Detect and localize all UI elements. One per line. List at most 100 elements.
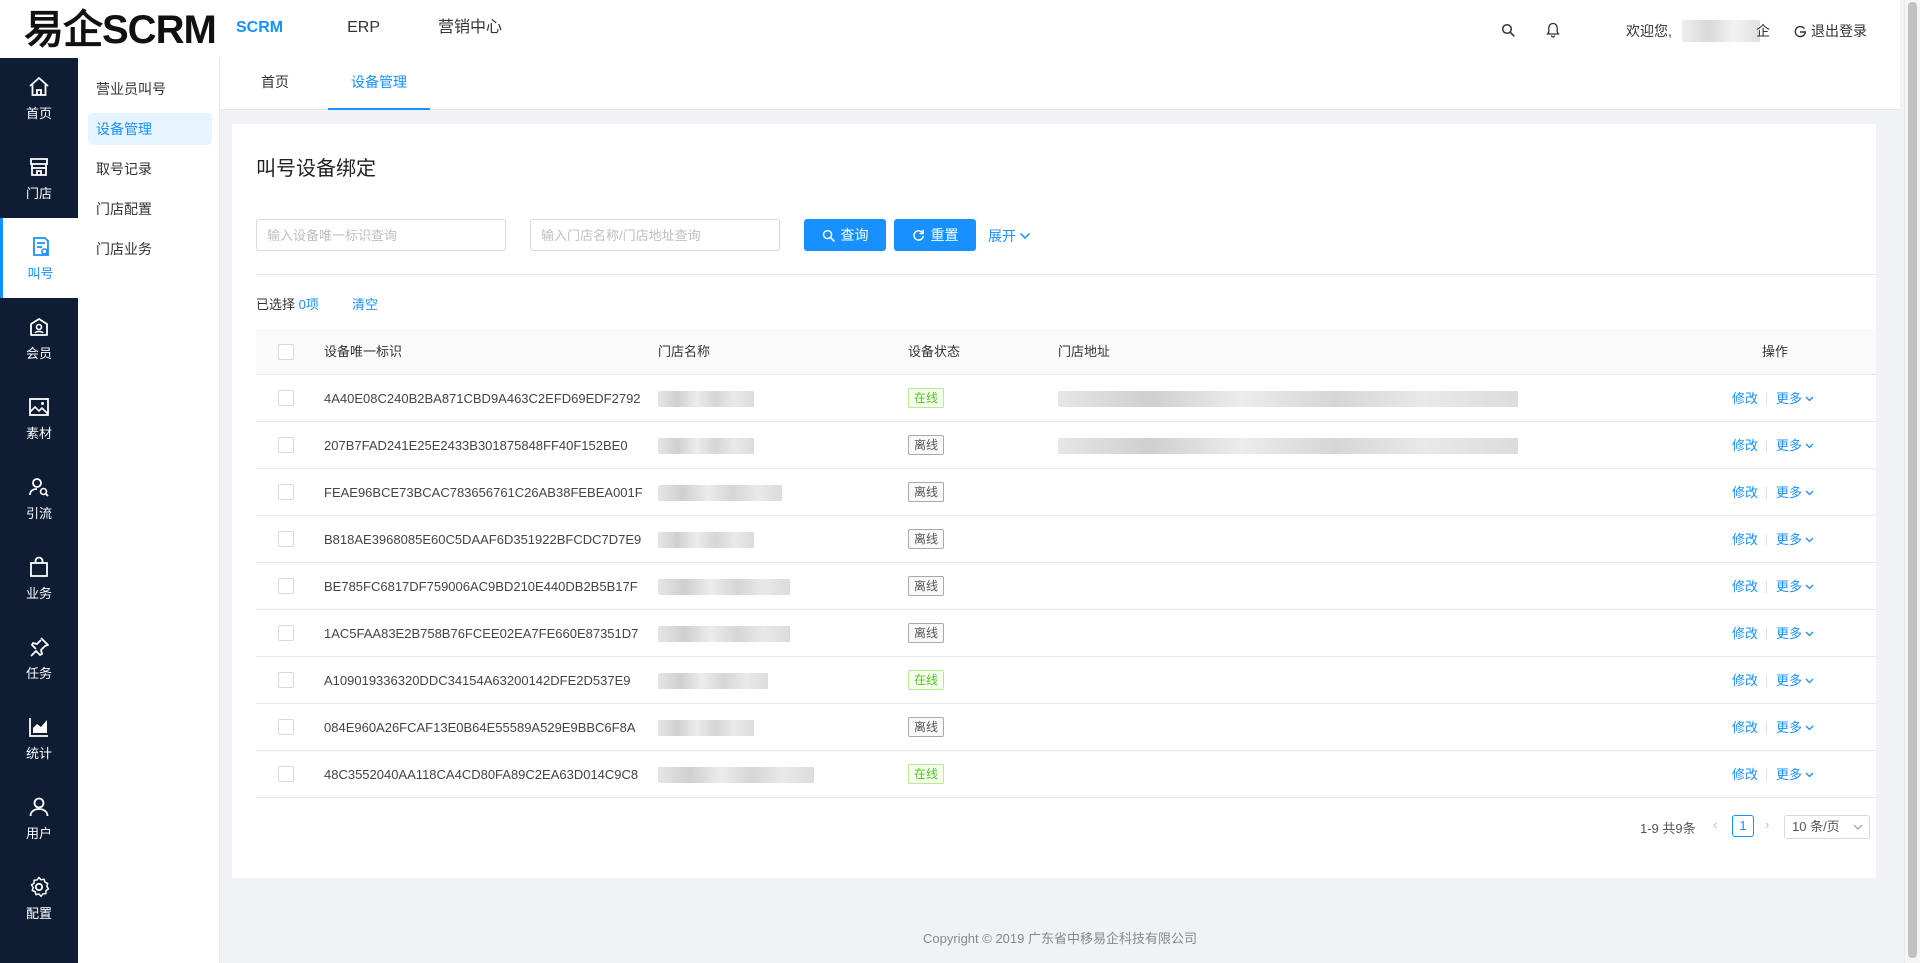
sidebar-item-task[interactable]: 任务	[0, 618, 78, 698]
tab-device-management[interactable]: 设备管理	[328, 58, 430, 110]
edit-link[interactable]: 修改	[1732, 657, 1758, 704]
sidebar-item-store[interactable]: 门店	[0, 138, 78, 218]
query-button[interactable]: 查询	[804, 219, 886, 251]
submenu-item-device-management[interactable]: 设备管理	[88, 113, 212, 145]
sidebar-item-member[interactable]: 会员	[0, 298, 78, 378]
status-badge: 离线	[908, 529, 945, 549]
scrollbar-thumb[interactable]	[1908, 2, 1917, 958]
sidebar-item-label: 首页	[25, 105, 52, 121]
store-name-redacted	[658, 673, 768, 689]
more-dropdown[interactable]: 更多	[1776, 704, 1814, 751]
submenu-item-store-business[interactable]: 门店业务	[88, 233, 212, 265]
sidebar-item-config[interactable]: 配置	[0, 858, 78, 938]
table-row: B818AE3968085E60C5DAAF6D351922BFCDC7D7E9…	[256, 516, 1876, 563]
more-label: 更多	[1776, 626, 1803, 641]
search-icon[interactable]	[1498, 20, 1518, 40]
sidebar-item-label: 门店	[25, 185, 52, 201]
store-search-input[interactable]	[530, 219, 780, 251]
edit-link[interactable]: 修改	[1732, 563, 1758, 610]
reset-button-label: 重置	[930, 227, 959, 243]
row-checkbox[interactable]	[278, 719, 294, 735]
row-checkbox[interactable]	[278, 484, 294, 500]
table-body: 4A40E08C240B2BA871CBD9A463C2EFD69EDF2792…	[256, 375, 1876, 798]
sidebar-item-label: 用户	[25, 825, 52, 841]
select-all-checkbox[interactable]	[278, 344, 294, 360]
edit-link[interactable]: 修改	[1732, 751, 1758, 798]
bell-icon[interactable]	[1543, 20, 1563, 40]
edit-link[interactable]: 修改	[1732, 422, 1758, 469]
status-badge: 离线	[908, 576, 945, 596]
selected-count-info: 已选择 0项	[256, 294, 319, 313]
row-checkbox[interactable]	[278, 390, 294, 406]
sidebar-item-label: 会员	[25, 345, 52, 361]
sidebar-item-traffic[interactable]: 引流	[0, 458, 78, 538]
sidebar-item-label: 叫号	[27, 265, 54, 281]
table-row: 48C3552040AA118CA4CD80FA89C2EA63D014C9C8…	[256, 751, 1876, 798]
table-row: BE785FC6817DF759006AC9BD210E440DB2B5B17F…	[256, 563, 1876, 610]
search-icon	[822, 229, 835, 242]
more-label: 更多	[1776, 579, 1803, 594]
more-dropdown[interactable]: 更多	[1776, 751, 1814, 798]
pagination-prev[interactable]: ‹	[1713, 817, 1717, 832]
action-separator	[1766, 581, 1767, 593]
more-dropdown[interactable]: 更多	[1776, 469, 1814, 516]
topnav-erp[interactable]: ERP	[347, 16, 380, 40]
device-id-cell: B818AE3968085E60C5DAAF6D351922BFCDC7D7E9	[324, 532, 642, 547]
more-dropdown[interactable]: 更多	[1776, 563, 1814, 610]
sidebar-item-material[interactable]: 素材	[0, 378, 78, 458]
bag-icon	[30, 556, 48, 577]
expand-toggle[interactable]: 展开	[988, 226, 1031, 246]
more-dropdown[interactable]: 更多	[1776, 375, 1814, 422]
column-header-device-id: 设备唯一标识	[324, 344, 403, 359]
row-checkbox[interactable]	[278, 625, 294, 641]
submenu-item-store-config[interactable]: 门店配置	[88, 193, 212, 225]
more-dropdown[interactable]: 更多	[1776, 422, 1814, 469]
edit-link[interactable]: 修改	[1732, 610, 1758, 657]
user-name-redacted	[1682, 20, 1760, 42]
row-checkbox[interactable]	[278, 578, 294, 594]
sidebar-item-call-number[interactable]: 叫号	[0, 218, 78, 298]
more-label: 更多	[1776, 391, 1803, 406]
page-scrollbar[interactable]	[1904, 0, 1920, 963]
row-checkbox[interactable]	[278, 437, 294, 453]
chevron-down-icon	[1805, 584, 1814, 589]
more-label: 更多	[1776, 767, 1803, 782]
store-name-redacted	[658, 391, 754, 407]
submenu-item-clerk-call[interactable]: 营业员叫号	[88, 73, 212, 105]
page-size-select[interactable]: 10 条/页	[1784, 815, 1870, 839]
topnav-scrm[interactable]: SCRM	[236, 16, 283, 40]
more-dropdown[interactable]: 更多	[1776, 657, 1814, 704]
user-name-tail: 企	[1756, 23, 1770, 39]
sidebar-item-home[interactable]: 首页	[0, 58, 78, 138]
edit-link[interactable]: 修改	[1732, 704, 1758, 751]
topnav-marketing[interactable]: 营销中心	[438, 16, 502, 40]
logout-button[interactable]: 退出登录	[1794, 21, 1867, 41]
reset-button[interactable]: 重置	[894, 219, 976, 251]
edit-link[interactable]: 修改	[1732, 469, 1758, 516]
tab-home[interactable]: 首页	[250, 58, 300, 110]
row-checkbox[interactable]	[278, 672, 294, 688]
row-checkbox[interactable]	[278, 766, 294, 782]
more-dropdown[interactable]: 更多	[1776, 516, 1814, 563]
clear-selection-link[interactable]: 清空	[352, 294, 378, 313]
device-id-search-input[interactable]	[256, 219, 506, 251]
edit-link[interactable]: 修改	[1732, 375, 1758, 422]
sidebar-item-business[interactable]: 业务	[0, 538, 78, 618]
action-separator	[1766, 675, 1767, 687]
pagination-next[interactable]: ›	[1765, 817, 1769, 832]
store-name-redacted	[658, 579, 790, 595]
device-id-cell: BE785FC6817DF759006AC9BD210E440DB2B5B17F	[324, 579, 638, 594]
chevron-down-icon	[1805, 490, 1814, 495]
device-id-cell: 48C3552040AA118CA4CD80FA89C2EA63D014C9C8	[324, 767, 639, 782]
edit-link[interactable]: 修改	[1732, 516, 1758, 563]
device-id-cell: 084E960A26FCAF13E0B64E55589A529E9BBC6F8A	[324, 720, 636, 735]
row-checkbox[interactable]	[278, 531, 294, 547]
pagination-page-1[interactable]: 1	[1732, 815, 1754, 837]
submenu-item-ticket-records[interactable]: 取号记录	[88, 153, 212, 185]
sidebar-item-user[interactable]: 用户	[0, 778, 78, 858]
table-row: FEAE96BCE73BCAC783656761C26AB38FEBEA001F…	[256, 469, 1876, 516]
sidebar-item-statistics[interactable]: 统计	[0, 698, 78, 778]
more-label: 更多	[1776, 532, 1803, 547]
device-id-cell: FEAE96BCE73BCAC783656761C26AB38FEBEA001F	[324, 485, 643, 500]
more-dropdown[interactable]: 更多	[1776, 610, 1814, 657]
